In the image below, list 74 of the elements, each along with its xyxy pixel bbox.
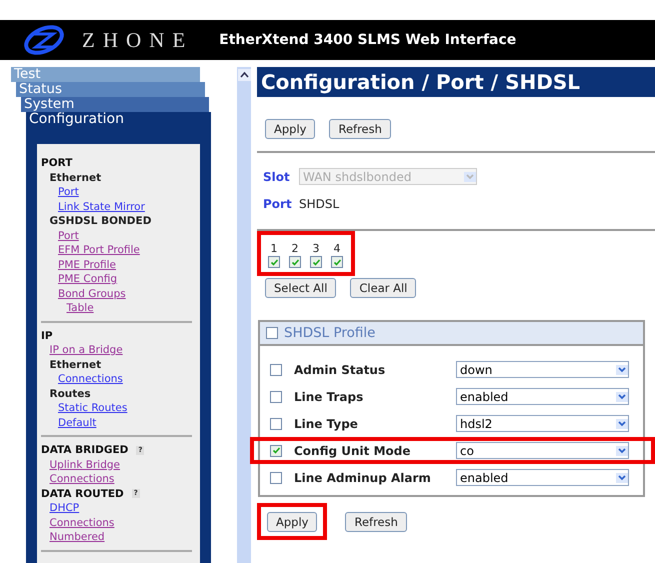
nav-heading: DATA BRIDGED — [41, 443, 128, 458]
nav-heading: Ethernet — [50, 358, 102, 372]
nav-heading: IP — [41, 328, 53, 343]
caret-icon — [616, 472, 628, 482]
nav-link[interactable]: Port — [58, 228, 79, 243]
nav-link[interactable]: Table — [66, 301, 94, 316]
form-button[interactable]: Clear All — [350, 278, 416, 298]
brand-name: ZHONE — [82, 28, 194, 52]
setting-label: Admin Status — [294, 362, 386, 376]
caret-icon — [464, 172, 476, 182]
app-title: EtherXtend 3400 SLMS Web Interface — [219, 32, 516, 48]
page-title: Configuration / Port / SHDSL — [257, 67, 655, 97]
port-number: 1 — [270, 243, 278, 255]
setting-select[interactable]: co — [456, 442, 629, 459]
nav-link[interactable]: Numbered — [50, 530, 105, 544]
checkbox[interactable] — [270, 390, 282, 402]
nav-link[interactable]: Link State Mirror — [58, 200, 145, 214]
checkbox[interactable] — [289, 256, 301, 268]
nav-heading: DATA ROUTED — [41, 486, 124, 501]
form-button[interactable]: Apply — [265, 119, 316, 139]
setting-label: Line Adminup Alarm — [294, 470, 432, 484]
nav-link[interactable]: Port — [58, 185, 79, 200]
logo-icon — [22, 24, 66, 56]
checkbox[interactable] — [270, 418, 282, 430]
nav-heading: PORT — [41, 156, 72, 170]
form-button[interactable]: Refresh — [345, 512, 407, 532]
field-label: Slot — [263, 170, 289, 184]
nav-tab[interactable]: Status — [16, 82, 205, 97]
caret-icon — [616, 418, 628, 428]
scrollbar[interactable] — [237, 67, 251, 563]
nav-heading: GSHDSL BONDED — [50, 214, 152, 228]
nav-link[interactable]: Connections — [58, 372, 123, 386]
nav-link[interactable]: PME Profile — [58, 258, 116, 272]
port-number: 4 — [334, 243, 340, 255]
checkbox[interactable] — [268, 256, 280, 268]
port-value: SHDSL — [299, 196, 340, 210]
field-label: Port — [263, 196, 289, 210]
setting-select[interactable]: hdsl2 — [456, 415, 629, 432]
form-button[interactable]: Select All — [265, 278, 336, 298]
nav-link[interactable]: EFM Port Profile — [58, 243, 140, 258]
nav-heading: Routes — [50, 386, 91, 401]
nav-link[interactable]: IP on a Bridge — [50, 343, 123, 358]
nav-link[interactable]: DHCP — [50, 501, 80, 516]
nav-link[interactable]: Uplink Bridge — [50, 458, 120, 472]
nav-link[interactable]: Static Routes — [58, 401, 128, 416]
form-button[interactable]: Refresh — [329, 119, 391, 139]
nav-heading: Ethernet — [50, 170, 102, 185]
caret-icon — [616, 364, 628, 374]
setting-label: Line Traps — [294, 390, 364, 404]
port-number: 2 — [292, 243, 298, 255]
nav-link[interactable]: PME Config — [58, 272, 118, 286]
caret-icon — [616, 392, 628, 402]
panel-title: SHDSL Profile — [284, 325, 376, 341]
setting-label: Line Type — [294, 416, 359, 430]
setting-select[interactable]: down — [456, 361, 629, 378]
nav-link[interactable]: Bond Groups — [58, 286, 126, 301]
scroll-up-icon[interactable] — [238, 69, 250, 81]
port-number: 3 — [312, 243, 320, 255]
checkbox[interactable] — [310, 256, 322, 268]
checkbox[interactable] — [270, 444, 282, 456]
checkbox[interactable] — [266, 327, 278, 339]
checkbox[interactable] — [331, 256, 343, 268]
nav-link[interactable]: Default — [58, 416, 96, 430]
nav-tab[interactable]: Configuration — [26, 112, 211, 128]
form-button[interactable]: Apply — [267, 512, 318, 532]
checkbox[interactable] — [270, 472, 282, 484]
setting-label: Config Unit Mode — [294, 444, 412, 458]
checkbox[interactable] — [270, 364, 282, 376]
nav-link[interactable]: Connections — [50, 472, 114, 486]
setting-select[interactable]: enabled — [456, 388, 629, 405]
nav-link[interactable]: Connections — [50, 516, 114, 530]
caret-icon — [616, 446, 628, 456]
nav-tab[interactable]: System — [21, 97, 209, 112]
setting-select[interactable]: enabled — [456, 469, 629, 486]
